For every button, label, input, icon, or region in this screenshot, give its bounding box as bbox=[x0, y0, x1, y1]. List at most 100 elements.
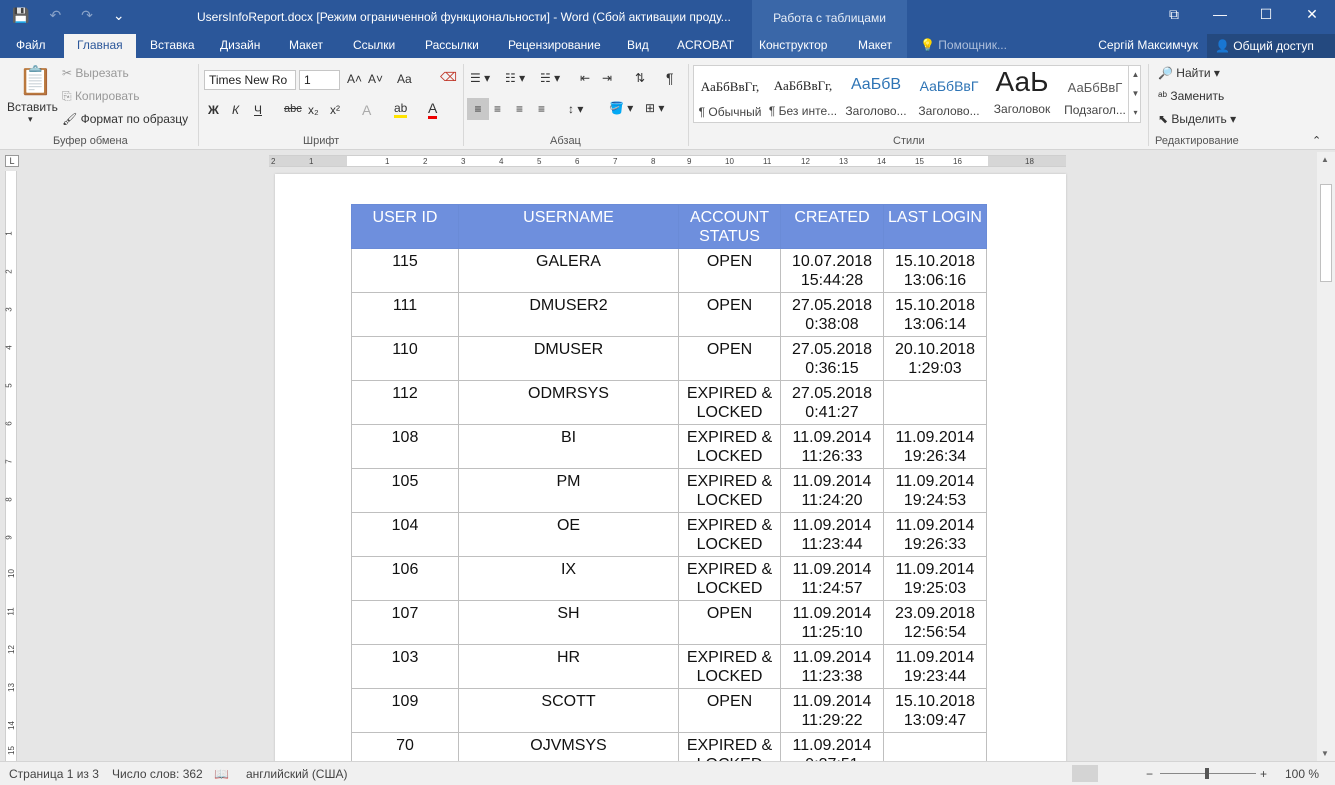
style-title[interactable]: АаЬ Заголовок bbox=[986, 66, 1058, 122]
table-cell[interactable]: IX bbox=[458, 556, 679, 601]
clear-formatting-icon[interactable]: ⌫ bbox=[440, 70, 457, 84]
table-cell[interactable]: 11.09.2014 11:23:44 bbox=[780, 512, 884, 557]
page-count[interactable]: Страница 1 из 3 bbox=[9, 767, 99, 781]
table-cell[interactable]: OPEN bbox=[678, 248, 781, 293]
zoom-slider-thumb[interactable] bbox=[1205, 768, 1209, 779]
table-cell[interactable]: EXPIRED & LOCKED bbox=[678, 424, 781, 469]
redo-icon[interactable]: ↷ bbox=[81, 7, 93, 24]
users-report-table[interactable]: USER ID USERNAME ACCOUNT STATUS CREATED … bbox=[351, 204, 987, 761]
tab-table-layout[interactable]: Макет bbox=[858, 38, 892, 52]
table-cell[interactable]: 111 bbox=[351, 292, 459, 337]
grow-font-button[interactable]: A˄ bbox=[347, 72, 362, 86]
tab-table-design[interactable]: Конструктор bbox=[759, 38, 827, 52]
style-normal[interactable]: АаБбВвГг, ¶ Обычный bbox=[694, 66, 766, 122]
shrink-font-button[interactable]: A˅ bbox=[368, 72, 383, 86]
close-icon[interactable]: ✕ bbox=[1289, 6, 1335, 23]
paste-button[interactable]: Вставить bbox=[7, 100, 58, 114]
column-header[interactable]: USER ID bbox=[351, 204, 459, 249]
borders-icon[interactable]: ⊞ ▾ bbox=[645, 101, 664, 115]
vertical-ruler[interactable]: 1 2 3 4 5 6 7 8 9 10 11 12 13 14 15 bbox=[5, 171, 17, 761]
table-cell[interactable]: 11.09.2014 11:24:20 bbox=[780, 468, 884, 513]
column-header[interactable]: USERNAME bbox=[458, 204, 679, 249]
read-mode-icon[interactable] bbox=[1035, 765, 1061, 782]
table-cell[interactable] bbox=[883, 732, 987, 761]
table-cell[interactable]: 27.05.2018 0:41:27 bbox=[780, 380, 884, 425]
tab-references[interactable]: Ссылки bbox=[353, 38, 395, 52]
table-cell[interactable]: SH bbox=[458, 600, 679, 645]
table-cell[interactable]: BI bbox=[458, 424, 679, 469]
zoom-in-icon[interactable]: + bbox=[1260, 767, 1267, 781]
table-cell[interactable]: 11.09.2014 19:26:33 bbox=[883, 512, 987, 557]
share-button[interactable]: 👤 Общий доступ bbox=[1207, 34, 1335, 58]
table-cell[interactable]: 104 bbox=[351, 512, 459, 557]
style-subtitle[interactable]: АаБбВвГ Подзагол... bbox=[1059, 66, 1131, 122]
multilevel-list-icon[interactable]: ☵ ▾ bbox=[540, 71, 560, 85]
table-cell[interactable]: EXPIRED & LOCKED bbox=[678, 556, 781, 601]
table-cell[interactable]: OPEN bbox=[678, 688, 781, 733]
tab-design[interactable]: Дизайн bbox=[220, 38, 260, 52]
scroll-up-icon[interactable]: ▲ bbox=[1321, 155, 1329, 164]
style-heading-2[interactable]: АаБбВвГ Заголово... bbox=[913, 66, 985, 122]
table-cell[interactable]: 112 bbox=[351, 380, 459, 425]
table-cell[interactable]: 115 bbox=[351, 248, 459, 293]
tab-insert[interactable]: Вставка bbox=[150, 38, 195, 52]
proofing-icon[interactable]: 📖 bbox=[214, 767, 229, 781]
style-heading-1[interactable]: АаБбВ Заголово... bbox=[840, 66, 912, 122]
strikethrough-button[interactable]: abc bbox=[284, 103, 302, 115]
tab-home[interactable]: Главная bbox=[64, 34, 136, 58]
table-cell[interactable]: 108 bbox=[351, 424, 459, 469]
table-cell[interactable]: 10.07.2018 15:44:28 bbox=[780, 248, 884, 293]
table-cell[interactable]: EXPIRED & LOCKED bbox=[678, 512, 781, 557]
increase-indent-icon[interactable]: ⇥ bbox=[602, 71, 612, 85]
styles-gallery-scroll[interactable]: ▲ ▼ ▾ bbox=[1128, 65, 1142, 123]
cut-button[interactable]: ✂ Вырезать bbox=[62, 66, 129, 80]
table-cell[interactable]: 11.09.2014 11:25:10 bbox=[780, 600, 884, 645]
highlight-icon[interactable]: ab bbox=[394, 101, 408, 118]
user-name[interactable]: Сергій Максимчук bbox=[1098, 38, 1198, 52]
column-header[interactable]: LAST LOGIN bbox=[883, 204, 987, 249]
table-cell[interactable]: OE bbox=[458, 512, 679, 557]
table-cell[interactable]: DMUSER2 bbox=[458, 292, 679, 337]
horizontal-ruler[interactable]: 2 1 1 2 3 4 5 6 7 8 9 10 11 12 13 14 15 … bbox=[269, 155, 1066, 167]
table-cell[interactable]: 20.10.2018 1:29:03 bbox=[883, 336, 987, 381]
table-cell[interactable]: 11.09.2014 19:24:53 bbox=[883, 468, 987, 513]
table-cell[interactable]: OPEN bbox=[678, 600, 781, 645]
table-cell[interactable]: EXPIRED & LOCKED bbox=[678, 732, 781, 761]
table-cell[interactable]: OPEN bbox=[678, 336, 781, 381]
collapse-ribbon-icon[interactable]: ⌃ bbox=[1312, 134, 1321, 147]
table-cell[interactable] bbox=[883, 380, 987, 425]
undo-icon[interactable]: ↶ bbox=[49, 7, 61, 24]
word-count[interactable]: Число слов: 362 bbox=[112, 767, 203, 781]
maximize-icon[interactable]: ☐ bbox=[1243, 6, 1289, 23]
table-cell[interactable]: 110 bbox=[351, 336, 459, 381]
replace-button[interactable]: ᵃᵇ Заменить bbox=[1158, 89, 1224, 103]
table-cell[interactable]: OJVMSYS bbox=[458, 732, 679, 761]
zoom-level[interactable]: 100 % bbox=[1285, 767, 1319, 781]
tab-mailings[interactable]: Рассылки bbox=[425, 38, 479, 52]
shading-icon[interactable]: 🪣 ▾ bbox=[609, 101, 633, 115]
table-cell[interactable]: 15.10.2018 13:09:47 bbox=[883, 688, 987, 733]
scroll-down-icon[interactable]: ▼ bbox=[1321, 749, 1329, 758]
table-cell[interactable]: 27.05.2018 0:36:15 bbox=[780, 336, 884, 381]
paste-icon[interactable]: 📋 bbox=[18, 64, 53, 97]
minimize-icon[interactable]: — bbox=[1197, 6, 1243, 23]
table-cell[interactable]: 103 bbox=[351, 644, 459, 689]
table-cell[interactable]: 11.09.2014 19:26:34 bbox=[883, 424, 987, 469]
font-name-input[interactable]: Times New Ro bbox=[204, 70, 296, 90]
underline-button[interactable]: Ч bbox=[254, 103, 262, 117]
italic-button[interactable]: К bbox=[232, 103, 239, 117]
align-center-icon[interactable]: ≡ bbox=[494, 102, 501, 116]
table-cell[interactable]: 27.05.2018 0:38:08 bbox=[780, 292, 884, 337]
format-painter-button[interactable]: 🖌 Формат по образцу bbox=[62, 112, 188, 126]
table-cell[interactable]: 70 bbox=[351, 732, 459, 761]
tab-review[interactable]: Рецензирование bbox=[508, 38, 601, 52]
table-cell[interactable]: GALERA bbox=[458, 248, 679, 293]
line-spacing-icon[interactable]: ↕ ▾ bbox=[568, 102, 583, 116]
copy-button[interactable]: ⎘ Копировать bbox=[62, 89, 140, 104]
table-cell[interactable]: 106 bbox=[351, 556, 459, 601]
table-cell[interactable]: 11.09.2014 19:25:03 bbox=[883, 556, 987, 601]
web-layout-icon[interactable] bbox=[1111, 765, 1137, 782]
table-cell[interactable]: OPEN bbox=[678, 292, 781, 337]
column-header[interactable]: CREATED bbox=[780, 204, 884, 249]
sort-icon[interactable]: ⇅ bbox=[635, 71, 645, 85]
